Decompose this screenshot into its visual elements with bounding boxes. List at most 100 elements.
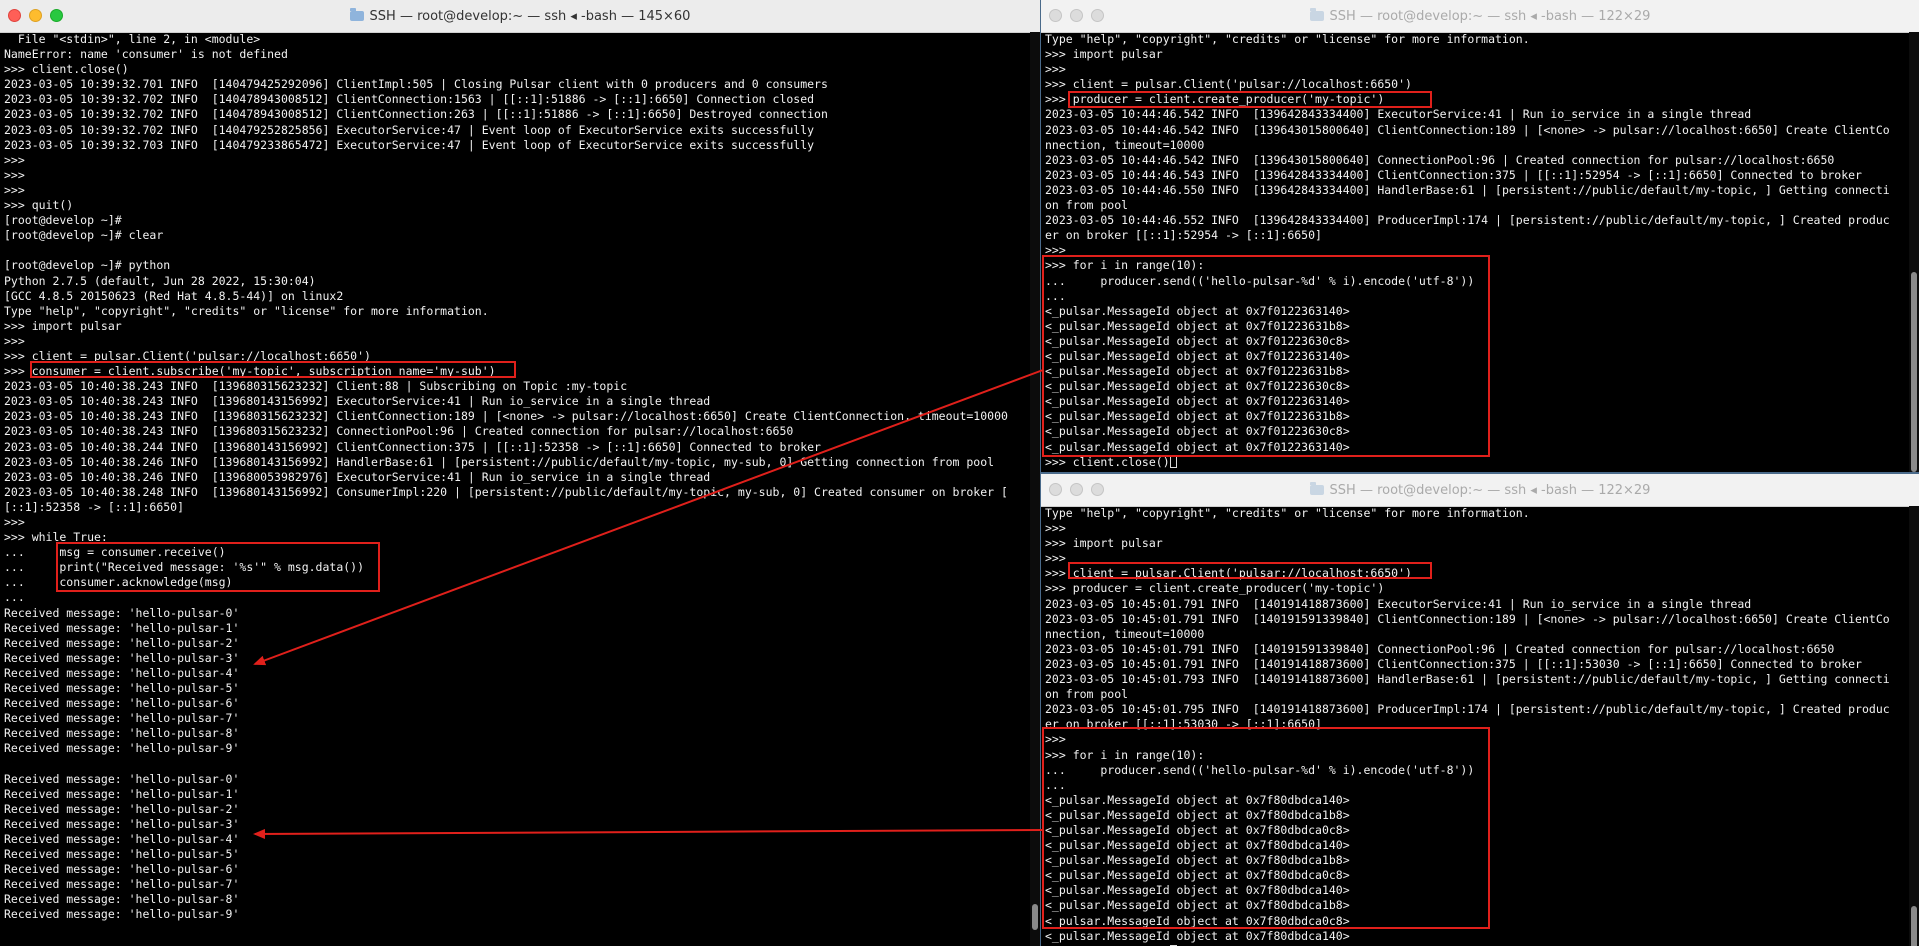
terminal-line: 2023-03-05 10:40:38.243 INFO [1396803156… [4,424,794,439]
left-terminal-window[interactable]: SSH — root@develop:~ — ssh ◂ -bash — 145… [0,0,1040,946]
terminal-line: Received message: 'hello-pulsar-9' [4,741,240,756]
terminal-line: Received message: 'hello-pulsar-5' [4,681,240,696]
top-right-terminal-window[interactable]: SSH — root@develop:~ — ssh ◂ -bash — 122… [1041,0,1919,472]
zoom-icon[interactable] [50,9,63,22]
terminal-line: <_pulsar.MessageId object at 0x7f80dbdca… [1045,807,1350,822]
terminal-line: >>> [1045,732,1066,747]
scrollbar[interactable] [1909,32,1919,472]
terminal-line: Received message: 'hello-pulsar-8' [4,726,240,741]
close-icon[interactable] [1049,9,1062,22]
terminal-line: [root@develop ~]# clear [4,228,164,243]
terminal-line: Python 2.7.5 (default, Jun 28 2022, 15:3… [4,273,316,288]
terminal-line: >>> [4,182,25,197]
terminal-line: Received message: 'hello-pulsar-6' [4,696,240,711]
terminal-line: >>> [1045,243,1066,258]
terminal-line: Received message: 'hello-pulsar-5' [4,847,240,862]
terminal-line: 2023-03-05 10:39:32.703 INFO [1404792338… [4,137,815,152]
bottom-right-window-titlebar[interactable]: SSH — root@develop:~ — ssh ◂ -bash — 122… [1041,474,1919,507]
terminal-line: <_pulsar.MessageId object at 0x7f0122363… [1045,333,1350,348]
terminal-line: ... producer.send(('hello-pulsar-%d' % i… [1045,762,1475,777]
terminal-line: >>> [4,167,25,182]
terminal-line: >>> [1045,62,1066,77]
terminal-line: 2023-03-05 10:45:01.795 INFO [1401914188… [1045,702,1890,717]
terminal-line: >>> client = pulsar.Client('pulsar://loc… [4,348,371,363]
terminal-line: <_pulsar.MessageId object at 0x7f0122363… [1045,394,1350,409]
terminal-line: Received message: 'hello-pulsar-0' [4,771,240,786]
terminal-line: <_pulsar.MessageId object at 0x7f0122363… [1045,364,1350,379]
terminal-line: >>> import pulsar [1045,536,1163,551]
terminal-output[interactable]: File "<stdin>", line 2, in <module> NameE… [4,32,1028,946]
bottom-right-terminal-window[interactable]: SSH — root@develop:~ — ssh ◂ -bash — 122… [1041,474,1919,946]
terminal-line: >>> producer = client.create_producer('m… [1045,92,1385,107]
terminal-line: >>> import pulsar [4,318,122,333]
window-title: SSH — root@develop:~ — ssh ◂ -bash — 122… [1329,8,1651,24]
terminal-line: 2023-03-05 10:44:46.542 INFO [1396430158… [1045,152,1835,167]
zoom-icon[interactable] [1091,9,1104,22]
scrollbar-thumb[interactable] [1032,904,1038,930]
terminal-line: 2023-03-05 10:44:46.543 INFO [1396428433… [1045,167,1862,182]
terminal-line: >>> [4,515,25,529]
terminal-line: <_pulsar.MessageId object at 0x7f0122363… [1045,409,1350,424]
terminal-line: 2023-03-05 10:45:01.791 INFO [1401914188… [1045,596,1752,611]
terminal-line: 2023-03-05 10:44:46.542 INFO [1396428433… [1045,107,1752,122]
terminal-line: >>> client.close() [4,62,129,77]
terminal-line: ... producer.send(('hello-pulsar-%d' % i… [1045,273,1475,288]
terminal-line: ... consumer.acknowledge(msg) [4,575,233,590]
terminal-line: <_pulsar.MessageId object at 0x7f80dbdca… [1045,898,1350,913]
terminal-line: 2023-03-05 10:45:01.791 INFO [1401915913… [1045,611,1890,626]
terminal-line: <_pulsar.MessageId object at 0x7f80dbdca… [1045,868,1350,883]
terminal-line: ... [1045,288,1066,303]
terminal-line: 2023-03-05 10:44:46.550 INFO [1396428433… [1045,182,1890,197]
terminal-line: <_pulsar.MessageId object at 0x7f80dbdca… [1045,883,1350,898]
terminal-line: >>> while True: [4,530,108,545]
minimize-icon[interactable] [1070,9,1083,22]
terminal-line: >>> consumer = client.subscribe('my-topi… [4,364,496,379]
terminal-line: >>> [1045,521,1066,536]
terminal-line: [root@develop ~]# [4,213,122,228]
scrollbar[interactable] [1030,32,1040,946]
zoom-icon[interactable] [1091,483,1104,496]
terminal-line: NameError: name 'consumer' is not define… [4,47,288,62]
terminal-line: >>> [1045,551,1066,566]
terminal-line: File "<stdin>", line 2, in <module> [4,32,261,46]
terminal-line: Received message: 'hello-pulsar-3' [4,650,240,665]
terminal-line: Received message: 'hello-pulsar-2' [4,635,240,650]
terminal-line: nnection, timeout=10000 [1045,626,1205,641]
terminal-line: >>> for i in range(10): [1045,747,1205,762]
terminal-line: Received message: 'hello-pulsar-4' [4,665,240,680]
terminal-line: 2023-03-05 10:40:38.243 INFO [1396803156… [4,409,1008,424]
terminal-line: >>> client.close() [1045,455,1907,470]
scrollbar-thumb[interactable] [1911,272,1917,472]
scrollbar[interactable] [1909,506,1919,946]
folder-icon [349,8,364,21]
terminal-output[interactable]: Type "help", "copyright", "credits" or "… [1045,32,1907,472]
terminal-line: ... [1045,777,1066,792]
terminal-line: Received message: 'hello-pulsar-9' [4,907,240,922]
terminal-line: 2023-03-05 10:40:38.246 INFO [1396801431… [4,454,995,469]
scrollbar-thumb[interactable] [1911,906,1917,946]
terminal-line: Received message: 'hello-pulsar-4' [4,831,240,846]
terminal-line: Received message: 'hello-pulsar-1' [4,620,240,635]
terminal-line: Received message: 'hello-pulsar-1' [4,786,240,801]
close-icon[interactable] [8,9,21,22]
terminal-line: Received message: 'hello-pulsar-0' [4,605,240,620]
terminal-line: >>> [4,333,25,348]
terminal-line: Received message: 'hello-pulsar-7' [4,711,240,726]
terminal-line: Received message: 'hello-pulsar-2' [4,801,240,816]
terminal-line: 2023-03-05 10:44:46.542 INFO [1396430158… [1045,122,1890,137]
minimize-icon[interactable] [29,9,42,22]
terminal-line: nnection, timeout=10000 [1045,137,1205,152]
terminal-output[interactable]: Type "help", "copyright", "credits" or "… [1045,506,1907,946]
left-window-titlebar[interactable]: SSH — root@develop:~ — ssh ◂ -bash — 145… [0,0,1040,33]
terminal-line: 2023-03-05 10:40:38.243 INFO [1396803156… [4,379,628,394]
terminal-line: <_pulsar.MessageId object at 0x7f0122363… [1045,348,1350,363]
terminal-line: 2023-03-05 10:40:38.243 INFO [1396801431… [4,394,711,409]
top-right-window-titlebar[interactable]: SSH — root@develop:~ — ssh ◂ -bash — 122… [1041,0,1919,33]
terminal-line: <_pulsar.MessageId object at 0x7f80dbdca… [1045,838,1350,853]
window-controls [1049,483,1104,496]
terminal-line: <_pulsar.MessageId object at 0x7f80dbdca… [1045,822,1350,837]
close-icon[interactable] [1049,483,1062,496]
terminal-line: Type "help", "copyright", "credits" or "… [4,303,489,318]
minimize-icon[interactable] [1070,483,1083,496]
terminal-line: 2023-03-05 10:40:38.248 INFO [1396801431… [4,484,1008,499]
